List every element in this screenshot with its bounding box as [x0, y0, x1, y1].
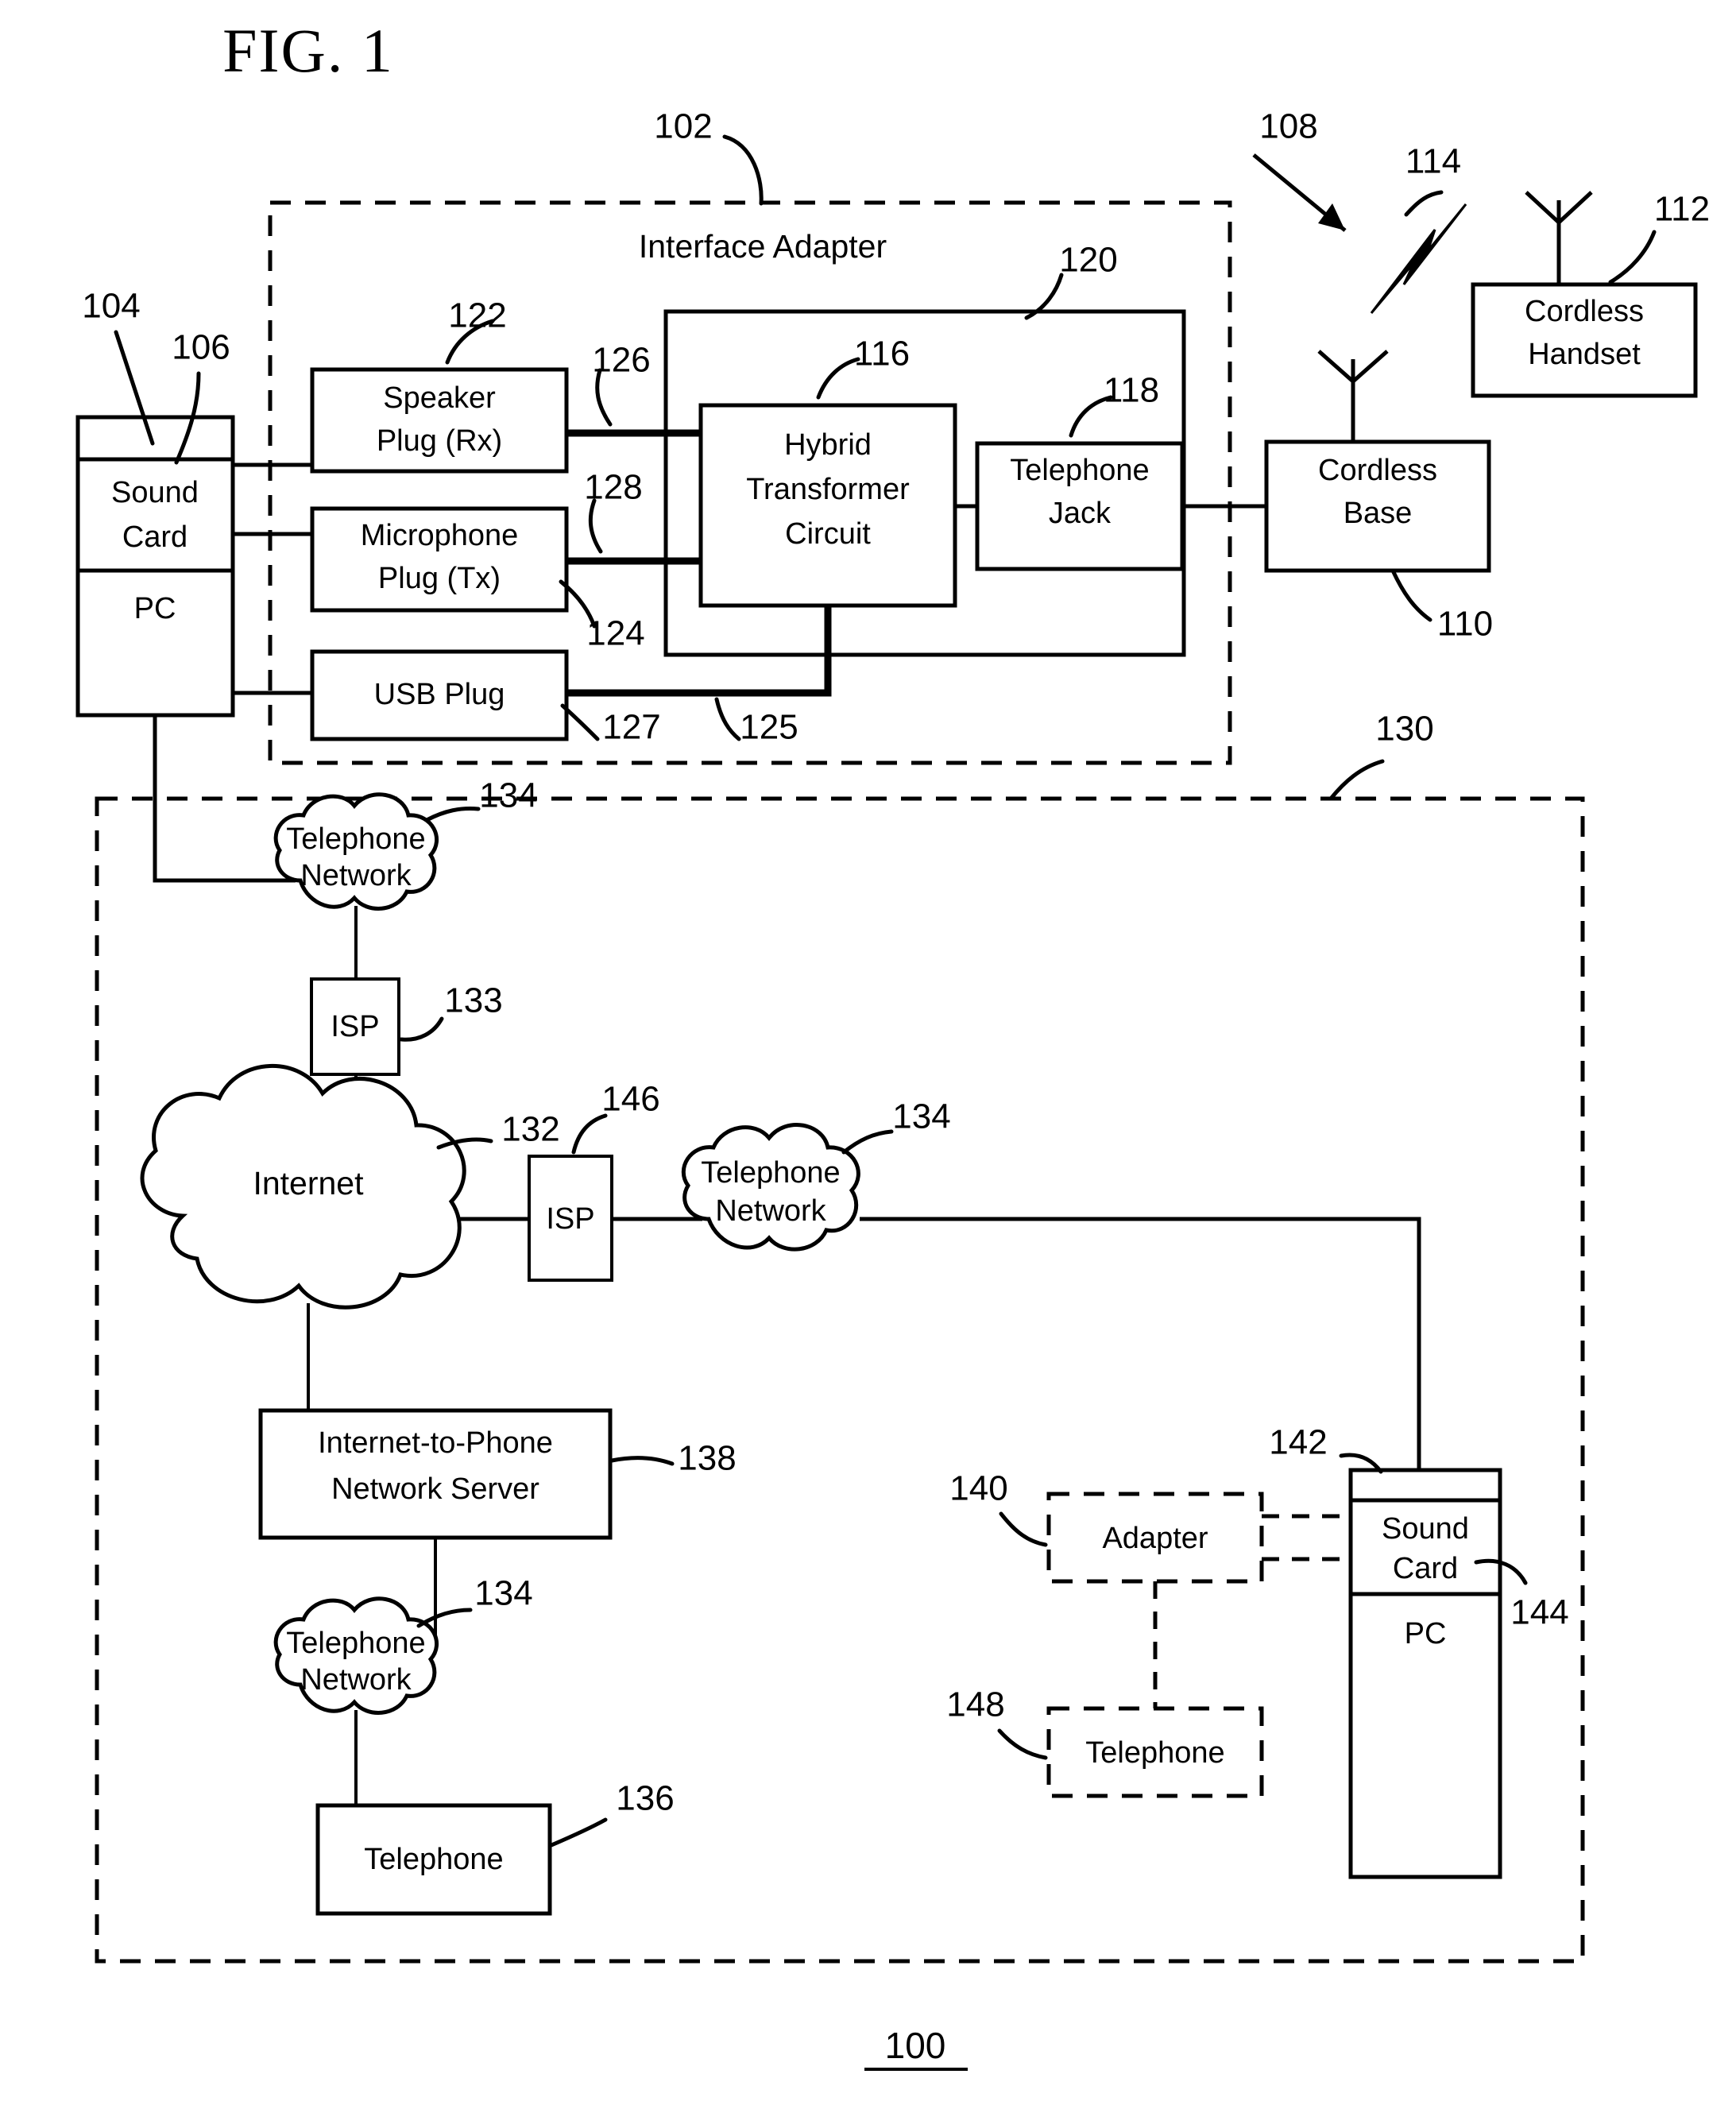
ref-134-right: 134	[892, 1097, 950, 1136]
microphone-plug-line1: Microphone	[361, 519, 519, 552]
optional-telephone-label: Telephone	[1085, 1736, 1224, 1770]
sound-card-top-line1: Sound	[111, 476, 199, 509]
pc-top-label: PC	[134, 592, 176, 625]
cordless-base-line1: Cordless	[1318, 454, 1437, 487]
patent-figure: FIG. 1 102 Interface Adapter 120 Sound C…	[0, 0, 1736, 2105]
pc-bottom-label: PC	[1405, 1617, 1447, 1650]
leader-116	[816, 357, 860, 400]
ref-126: 126	[592, 341, 650, 380]
ref-125: 125	[740, 708, 798, 747]
ref-102: 102	[654, 107, 712, 146]
ref-142: 142	[1269, 1423, 1327, 1462]
internet-label: Internet	[253, 1165, 364, 1201]
interface-adapter-title: Interface Adapter	[639, 228, 887, 265]
leader-138	[609, 1456, 675, 1466]
optional-adapter-label: Adapter	[1102, 1522, 1208, 1555]
ref-118: 118	[1104, 371, 1159, 410]
telephone-bottom-label: Telephone	[364, 1843, 503, 1876]
sound-card-bottom-line1: Sound	[1382, 1512, 1469, 1546]
usb-plug-label: USB Plug	[374, 678, 505, 711]
cordless-handset-line2: Handset	[1528, 338, 1641, 371]
ref-128: 128	[584, 468, 642, 507]
ref-110: 110	[1437, 605, 1493, 644]
cordless-handset-antenna-icon	[1525, 191, 1593, 284]
ref-108: 108	[1259, 107, 1317, 146]
ref-146: 146	[601, 1080, 659, 1119]
telephone-network-bottom-line1: Telephone	[286, 1627, 425, 1660]
leader-125	[714, 697, 741, 741]
sound-card-top-line2: Card	[122, 520, 188, 554]
leader-112	[1608, 230, 1657, 284]
isp-top-label: ISP	[331, 1010, 379, 1043]
hybrid-line3: Circuit	[785, 517, 871, 551]
leader-136	[549, 1817, 608, 1848]
leader-133	[399, 1016, 444, 1042]
leader-128	[588, 498, 603, 554]
leader-148	[997, 1728, 1048, 1760]
ref-144: 144	[1510, 1593, 1568, 1632]
leader-134-top	[424, 807, 481, 822]
hybrid-line1: Hybrid	[784, 428, 872, 462]
ref-114: 114	[1405, 142, 1461, 181]
ref-132: 132	[501, 1110, 559, 1149]
telephone-network-bottom-line2: Network	[300, 1663, 412, 1697]
cordless-base-antenna-icon	[1317, 350, 1389, 442]
leader-110	[1390, 568, 1432, 622]
figure-title: FIG. 1	[222, 16, 394, 85]
leader-134-right	[841, 1129, 894, 1155]
telephone-network-right-line1: Telephone	[701, 1156, 840, 1190]
ref-134-top: 134	[479, 776, 537, 815]
telephone-jack-line1: Telephone	[1010, 454, 1149, 487]
ref-130: 130	[1375, 710, 1433, 749]
telephone-jack-line2: Jack	[1049, 497, 1112, 530]
cordless-handset-line1: Cordless	[1525, 295, 1644, 328]
ref-148: 148	[946, 1685, 1004, 1724]
ref-140: 140	[949, 1469, 1007, 1508]
telephone-network-top-line1: Telephone	[286, 822, 425, 856]
server-line1: Internet-to-Phone	[318, 1426, 553, 1460]
ref-104: 104	[82, 287, 140, 326]
leader-102	[722, 134, 764, 206]
ref-124: 124	[586, 614, 644, 653]
ref-136: 136	[616, 1779, 674, 1818]
server-line2: Network Server	[331, 1472, 539, 1506]
speaker-plug-line1: Speaker	[383, 381, 496, 415]
leader-134-bottom	[416, 1608, 473, 1628]
ref-133: 133	[444, 981, 502, 1020]
ref-112: 112	[1654, 190, 1710, 229]
cordless-base-line2: Base	[1344, 497, 1413, 530]
leader-104	[114, 330, 155, 446]
ref-120: 120	[1059, 241, 1117, 280]
ref-108-arrow-icon	[1252, 153, 1347, 232]
telephone-network-right-line2: Network	[715, 1194, 826, 1228]
rf-link-bolt-icon	[1370, 203, 1467, 314]
ref-106: 106	[172, 328, 230, 367]
pc-top-body	[75, 415, 235, 718]
sound-card-bottom-line2: Card	[1393, 1552, 1458, 1585]
ref-127: 127	[602, 708, 660, 747]
telephone-network-top-line2: Network	[300, 859, 412, 892]
ref-116: 116	[854, 335, 910, 373]
leader-114	[1404, 190, 1444, 217]
network-section-boundary	[95, 796, 1585, 1964]
leader-130	[1328, 759, 1385, 801]
isp-right-label: ISP	[546, 1202, 594, 1236]
figure-footer-ref: 100	[885, 2025, 946, 2066]
leader-146	[571, 1113, 608, 1155]
ref-122: 122	[448, 296, 506, 335]
figure-canvas: FIG. 1 102 Interface Adapter 120 Sound C…	[75, 16, 1710, 2071]
hybrid-line2: Transformer	[746, 473, 910, 506]
ref-134-bottom: 134	[474, 1574, 532, 1613]
speaker-plug-line2: Plug (Rx)	[377, 424, 502, 458]
leader-140	[999, 1511, 1048, 1547]
wire-tn-right-to-pc-bottom	[860, 1217, 1421, 1470]
ref-138: 138	[678, 1439, 736, 1478]
microphone-plug-line2: Plug (Tx)	[378, 562, 501, 595]
